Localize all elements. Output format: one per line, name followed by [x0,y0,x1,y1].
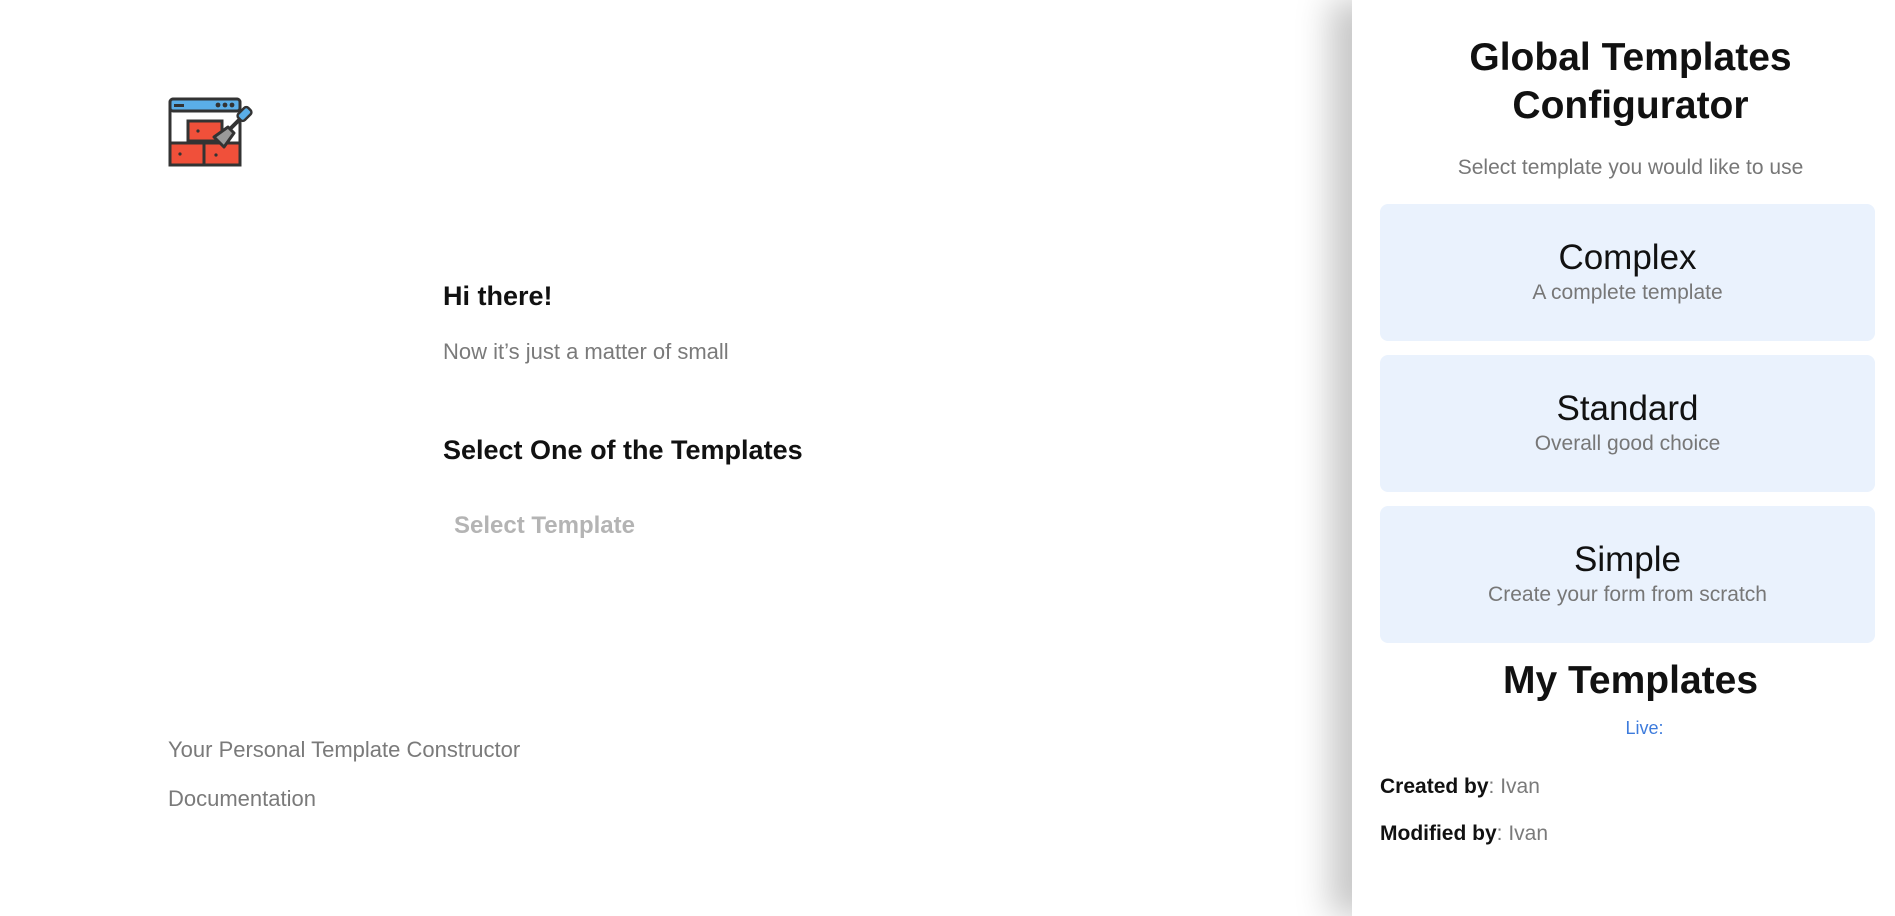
template-card-desc: Create your form from scratch [1488,583,1767,606]
template-card-desc: Overall good choice [1534,432,1721,455]
footer-link-constructor[interactable]: Your Personal Template Constructor [168,737,520,763]
created-by-row: Created by: Ivan [1380,775,1881,799]
template-card-title: Complex [1558,238,1697,277]
greeting-heading: Hi there! [443,281,553,311]
template-card-standard[interactable]: Standard Overall good choice [1380,355,1875,492]
template-card-simple[interactable]: Simple Create your form from scratch [1380,506,1875,643]
panel-title-line2: Configurator [1512,84,1749,127]
created-by-label: Created by [1380,775,1489,798]
template-card-desc: A complete template [1532,281,1723,304]
select-template-button[interactable]: Select Template [445,508,644,544]
template-builder-logo-icon [168,97,258,169]
modified-by-label: Modified by [1380,822,1497,845]
panel-subtitle: Select template you would like to use [1457,156,1804,179]
template-card-title: Standard [1556,389,1699,428]
panel-title: Global Templates Configurator [1380,34,1881,130]
page: Hi there! Now it’s just a matter of smal… [0,0,1895,916]
configurator-panel: Global Templates Configurator Select tem… [1352,0,1895,916]
created-by-value: : Ivan [1488,775,1540,798]
modified-by-row: Modified by: Ivan [1380,822,1881,846]
panel-title-line1: Global Templates [1469,36,1792,79]
greeting-subtitle: Now it’s just a matter of small [443,339,729,364]
select-templates-heading: Select One of the Templates [443,435,803,465]
footer-link-documentation[interactable]: Documentation [168,786,316,812]
my-templates-heading: My Templates [1502,659,1759,702]
template-card-complex[interactable]: Complex A complete template [1380,204,1875,341]
template-card-title: Simple [1574,540,1681,579]
modified-by-value: : Ivan [1496,822,1549,845]
live-link[interactable]: Live: [1380,718,1881,739]
